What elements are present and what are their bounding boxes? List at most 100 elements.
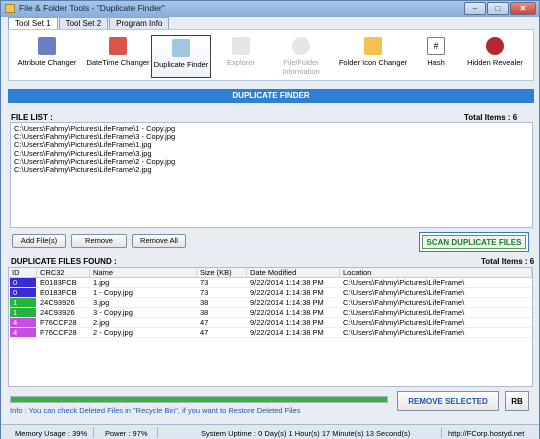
crc-cell: 24C93926 <box>40 298 75 307</box>
crc-cell: E0183FCB <box>40 278 77 287</box>
size-cell: 47 <box>200 328 209 337</box>
tool-file-folder-info[interactable]: File/Folder Information <box>273 30 329 80</box>
memory-usage: Memory Usage : 39% <box>15 429 88 438</box>
window-title: File & Folder Tools - "Duplicate Finder" <box>19 3 165 13</box>
id-cell: 1 <box>10 298 36 307</box>
file-list-label: FILE LIST : <box>11 113 53 122</box>
tool-hash[interactable]: # Hash <box>419 30 453 80</box>
location-cell: C:\Users\Fahmy\Pictures\LifeFrame\ <box>343 298 465 307</box>
size-cell: 38 <box>200 298 209 307</box>
power-status: Power : 97% <box>105 429 148 438</box>
app-window: File & Folder Tools - "Duplicate Finder"… <box>0 0 540 439</box>
size-cell: 73 <box>200 288 209 297</box>
tool-label: Attribute Changer <box>17 58 77 67</box>
progress-fill <box>11 397 387 402</box>
id-cell: 4 <box>10 328 36 337</box>
close-button[interactable]: ✕ <box>510 2 536 15</box>
tool-label: Folder Icon Changer <box>338 58 408 67</box>
date-cell: 9/22/2014 1:14:38 PM <box>250 288 324 297</box>
duplicate-files-icon <box>172 39 190 57</box>
status-divider <box>441 427 442 438</box>
calendar-icon <box>109 37 127 55</box>
id-cell: 1 <box>10 308 36 317</box>
table-row[interactable]: 1 24C93926 3 - Copy.jpg 38 9/22/2014 1:1… <box>9 308 532 318</box>
crc-cell: F76CCF28 <box>40 328 77 337</box>
remove-all-button[interactable]: Remove All <box>132 234 186 248</box>
tool-folder-icon-changer[interactable]: Folder Icon Changer <box>337 30 409 80</box>
tool-label-line2: Information <box>282 67 320 76</box>
location-cell: C:\Users\Fahmy\Pictures\LifeFrame\ <box>343 328 465 337</box>
location-cell: C:\Users\Fahmy\Pictures\LifeFrame\ <box>343 318 465 327</box>
crc-cell: 24C93926 <box>40 308 75 317</box>
name-cell: 3 - Copy.jpg <box>93 308 133 317</box>
explorer-icon <box>232 37 250 55</box>
tool-explorer[interactable]: Explorer <box>219 30 263 80</box>
date-cell: 9/22/2014 1:14:38 PM <box>250 308 324 317</box>
system-uptime: System Uptime : 0 Day(s) 1 Hour(s) 17 Mi… <box>201 429 411 438</box>
table-row[interactable]: 4 F76CCF28 2 - Copy.jpg 47 9/22/2014 1:1… <box>9 328 532 338</box>
minimize-button[interactable]: ‒ <box>464 2 486 15</box>
table-row[interactable]: 4 F76CCF28 2.jpg 47 9/22/2014 1:14:38 PM… <box>9 318 532 328</box>
tab-tool-set-2[interactable]: Tool Set 2 <box>58 17 109 29</box>
size-cell: 73 <box>200 278 209 287</box>
tool-label: Duplicate Finder <box>153 60 209 69</box>
table-row[interactable]: 0 E0183FCB 1.jpg 73 9/22/2014 1:14:38 PM… <box>9 278 532 288</box>
crc-cell: E0183FCB <box>40 288 77 297</box>
file-list-total: Total Items : 6 <box>464 113 518 122</box>
info-text: Info : You can check Deleted Files in "R… <box>10 406 301 415</box>
date-cell: 9/22/2014 1:14:38 PM <box>250 328 324 337</box>
location-cell: C:\Users\Fahmy\Pictures\LifeFrame\ <box>343 278 465 287</box>
column-header-id[interactable]: ID <box>9 268 37 277</box>
size-cell: 38 <box>200 308 209 317</box>
column-header-name[interactable]: Name <box>90 268 197 277</box>
tool-label: Hash <box>427 58 445 67</box>
duplicates-label: DUPLICATE FILES FOUND : <box>11 257 117 266</box>
maximize-button[interactable]: □ <box>487 2 509 15</box>
column-header-crc32[interactable]: CRC32 <box>37 268 90 277</box>
date-cell: 9/22/2014 1:14:38 PM <box>250 278 324 287</box>
tool-attribute-changer[interactable]: Attribute Changer <box>13 30 81 80</box>
status-divider <box>93 427 94 438</box>
tab-program-info[interactable]: Program Info <box>109 17 170 29</box>
table-row[interactable]: 1 24C93926 3.jpg 38 9/22/2014 1:14:38 PM… <box>9 298 532 308</box>
title-bar[interactable]: File & Folder Tools - "Duplicate Finder"… <box>1 1 539 17</box>
table-row[interactable]: 0 E0183FCB 1 - Copy.jpg 73 9/22/2014 1:1… <box>9 288 532 298</box>
tool-label: DateTime Changer <box>86 58 150 67</box>
table-header: ID CRC32 Name Size (KB) Date Modified Lo… <box>9 268 532 278</box>
column-header-size[interactable]: Size (KB) <box>197 268 247 277</box>
progress-bar <box>10 396 388 403</box>
name-cell: 3.jpg <box>93 298 110 307</box>
tool-label: File/Folder <box>283 58 319 67</box>
date-cell: 9/22/2014 1:14:38 PM <box>250 298 324 307</box>
recycle-bin-button[interactable]: RB <box>505 391 529 411</box>
tab-strip: Tool Set 1 Tool Set 2 Program Info <box>8 17 170 29</box>
section-header: DUPLICATE FINDER <box>8 89 534 103</box>
tool-toolbar: Attribute Changer DateTime Changer Dupli… <box>8 29 534 81</box>
folder-app-icon <box>5 4 15 13</box>
gear-red-icon <box>486 37 504 55</box>
id-cell: 4 <box>10 318 36 327</box>
crc-cell: F76CCF28 <box>40 318 77 327</box>
tab-tool-set-1[interactable]: Tool Set 1 <box>8 17 58 29</box>
tool-hidden-revealer[interactable]: Hidden Revealer <box>461 30 529 80</box>
file-list[interactable]: C:\Users\Fahmy\Pictures\LifeFrame\1 - Co… <box>10 122 533 228</box>
add-files-button[interactable]: Add File(s) <box>12 234 66 248</box>
website-link[interactable]: http://FCorp.hostyd.net <box>448 429 524 438</box>
status-bar: Memory Usage : 39% Power : 97% System Up… <box>1 424 539 439</box>
name-cell: 2 - Copy.jpg <box>93 328 133 337</box>
remove-button[interactable]: Remove <box>71 234 127 248</box>
tool-duplicate-finder[interactable]: Duplicate Finder <box>151 35 211 78</box>
list-item[interactable]: C:\Users\Fahmy\Pictures\LifeFrame\2.jpg <box>14 165 529 174</box>
column-header-location[interactable]: Location <box>340 268 532 277</box>
status-divider <box>157 427 158 438</box>
id-cell: 0 <box>10 288 36 297</box>
date-cell: 9/22/2014 1:14:38 PM <box>250 318 324 327</box>
scan-duplicates-button[interactable]: SCAN DUPLICATE FILES <box>419 232 529 252</box>
tool-label: Hidden Revealer <box>467 58 523 67</box>
tool-label: Explorer <box>227 58 255 67</box>
column-header-date[interactable]: Date Modified <box>247 268 340 277</box>
info-icon <box>292 37 310 55</box>
remove-selected-button[interactable]: REMOVE SELECTED <box>397 391 499 411</box>
tool-datetime-changer[interactable]: DateTime Changer <box>83 30 153 80</box>
folder-icon <box>364 37 382 55</box>
